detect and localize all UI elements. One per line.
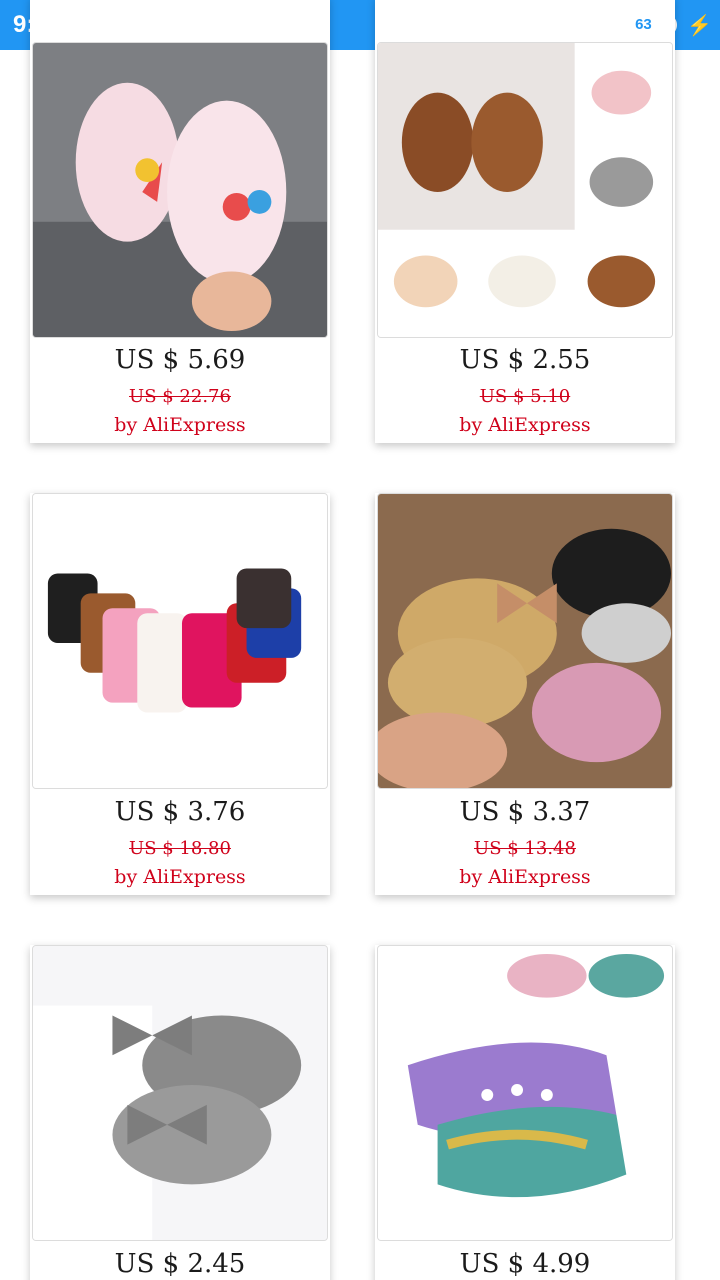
teddy-bear-slippers-image bbox=[378, 43, 672, 337]
product-image[interactable] bbox=[377, 42, 673, 338]
pink-balloon-shoes-image bbox=[33, 43, 327, 337]
battery-level: 63 bbox=[635, 16, 652, 33]
product-card[interactable]: US $ 3.76 US $ 18.80 by AliExpress bbox=[30, 493, 330, 895]
product-card[interactable]: US $ 2.45 bbox=[30, 945, 330, 1280]
product-price: US $ 4.99 bbox=[459, 1249, 591, 1279]
product-seller: by AliExpress bbox=[459, 414, 591, 436]
fleece-boots-image bbox=[33, 494, 327, 788]
product-price: US $ 3.37 bbox=[459, 797, 591, 827]
product-seller: by AliExpress bbox=[114, 414, 246, 436]
product-seller: by AliExpress bbox=[459, 866, 591, 888]
iridescent-sandals-image bbox=[378, 946, 672, 1240]
product-image[interactable] bbox=[32, 493, 328, 789]
product-image[interactable] bbox=[377, 493, 673, 789]
product-image[interactable] bbox=[32, 945, 328, 1241]
product-old-price: US $ 18.80 bbox=[129, 838, 231, 859]
product-seller: by AliExpress bbox=[114, 866, 246, 888]
product-card[interactable]: US $ 3.37 US $ 13.48 by AliExpress bbox=[375, 493, 675, 895]
bow-sparkle-shoes-image bbox=[378, 494, 672, 788]
product-price: US $ 2.45 bbox=[114, 1249, 246, 1279]
product-card[interactable]: US $ 5.69 US $ 22.76 by AliExpress bbox=[30, 0, 330, 443]
product-card[interactable]: US $ 2.55 US $ 5.10 by AliExpress bbox=[375, 0, 675, 443]
charging-icon: ⚡ bbox=[687, 14, 712, 37]
product-old-price: US $ 5.10 bbox=[479, 386, 571, 407]
product-old-price: US $ 13.48 bbox=[474, 838, 576, 859]
product-image[interactable] bbox=[32, 42, 328, 338]
grey-bow-shoes-image bbox=[33, 946, 327, 1240]
product-old-price: US $ 22.76 bbox=[129, 386, 231, 407]
product-card[interactable]: US $ 4.99 bbox=[375, 945, 675, 1280]
product-image[interactable] bbox=[377, 945, 673, 1241]
product-price: US $ 2.55 bbox=[459, 345, 591, 375]
product-price: US $ 5.69 bbox=[114, 345, 246, 375]
product-price: US $ 3.76 bbox=[114, 797, 246, 827]
